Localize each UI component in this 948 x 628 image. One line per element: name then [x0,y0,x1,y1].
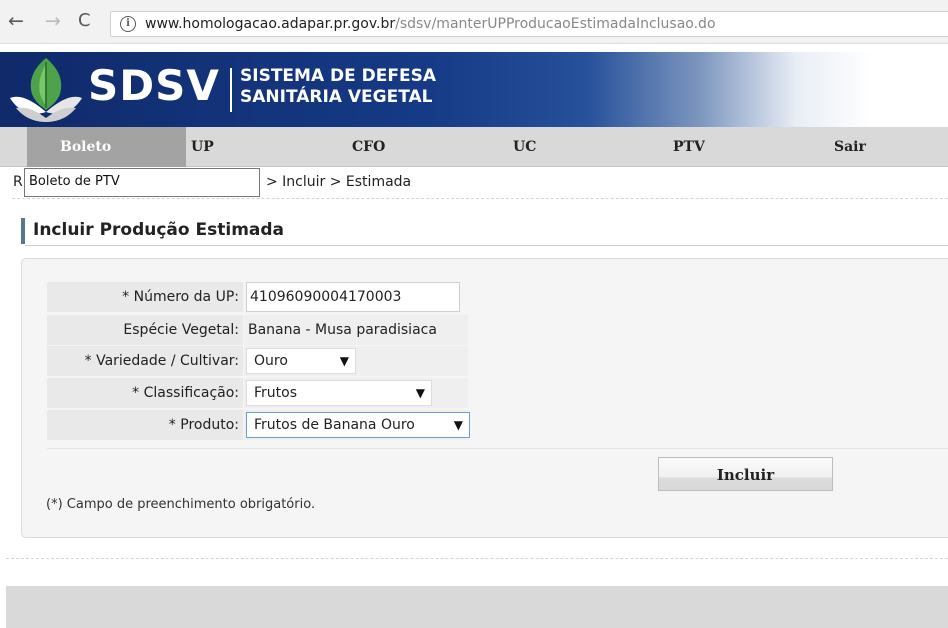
chevron-down-icon: ▼ [339,354,349,368]
info-icon[interactable]: i [120,16,136,32]
logo-subtitle-line2: SANITÁRIA VEGETAL [240,87,433,107]
numero-up-label: * Número da UP: [47,282,243,312]
classificacao-value: Frutos [254,385,298,401]
url-path: /sdsv/manterUPProducaoEstimadaInclusao.d… [395,16,716,32]
incluir-button[interactable]: Incluir [658,457,833,491]
produto-label: * Produto: [47,410,243,440]
required-footnote: (*) Campo de preenchimento obrigatório. [46,497,316,512]
button-divider [47,448,948,449]
especie-value: Banana - Musa paradisiaca [248,322,437,338]
browser-toolbar: ← → C i www.homologacao.adapar.pr.gov.br… [0,0,948,44]
variedade-value: Ouro [254,353,288,369]
footer-bar [6,586,948,628]
logo-text: SDSV [88,61,220,110]
page-title: Incluir Produção Estimada [21,218,284,244]
logo-subtitle: SISTEMA DE DEFESA SANITÁRIA VEGETAL [240,66,436,108]
classificacao-select[interactable]: Frutos ▼ [246,380,432,406]
menu-item-ptv[interactable]: PTV [673,127,705,167]
variedade-label: * Variedade / Cultivar: [47,346,243,376]
logo-subtitle-line1: SISTEMA DE DEFESA [240,66,437,86]
reload-icon[interactable]: C [78,11,91,31]
variedade-select[interactable]: Ouro ▼ [246,348,356,374]
logo-divider [230,68,232,112]
breadcrumb-divider [12,198,948,199]
back-arrow-icon[interactable]: ← [8,11,24,31]
leaf-logo-icon [10,58,82,122]
title-underline [25,245,948,246]
numero-up-input[interactable]: 41096090004170003 [246,282,460,312]
forward-arrow-icon[interactable]: → [45,11,61,31]
url-host: www.homologacao.adapar.pr.gov.br [145,16,396,32]
especie-label: Espécie Vegetal: [47,315,243,345]
footer-divider [6,558,948,559]
breadcrumb: > Incluir > Estimada [266,174,412,190]
chevron-down-icon: ▼ [415,386,425,400]
breadcrumb-start: R [13,174,23,190]
main-menu: Boleto UP CFO UC PTV Sair [0,127,948,167]
produto-value: Frutos de Banana Ouro [254,417,415,433]
address-bar[interactable]: i www.homologacao.adapar.pr.gov.br/sdsv/… [110,11,948,37]
chevron-down-icon: ▼ [453,418,463,432]
menu-item-cfo[interactable]: CFO [352,127,385,167]
submenu-boleto-de-ptv[interactable]: Boleto de PTV [24,168,260,197]
menu-item-boleto[interactable]: Boleto [27,127,186,167]
menu-item-sair[interactable]: Sair [834,127,866,167]
classificacao-label: * Classificação: [47,378,243,408]
menu-item-uc[interactable]: UC [513,127,536,167]
produto-select[interactable]: Frutos de Banana Ouro ▼ [246,412,470,438]
menu-item-up[interactable]: UP [191,127,214,167]
